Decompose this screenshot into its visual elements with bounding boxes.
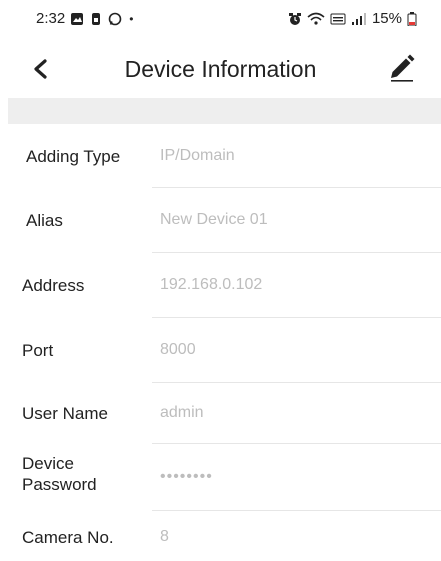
lock-notification-icon <box>92 12 101 25</box>
user-name-value[interactable]: admin <box>160 404 204 422</box>
alias-value[interactable]: New Device 01 <box>160 211 268 229</box>
camera-no-value[interactable]: 8 <box>160 528 169 546</box>
field-row-adding-type[interactable]: Adding Type IP/Domain <box>0 124 441 188</box>
status-bar: 2:32 • 15% <box>0 0 441 38</box>
battery-icon <box>407 11 417 26</box>
status-time: 2:32 <box>36 10 66 27</box>
status-more-dot: • <box>129 11 134 26</box>
whatsapp-notification-icon <box>108 12 122 25</box>
wifi-icon <box>307 12 325 25</box>
photo-notification-icon <box>71 12 84 25</box>
status-left: 2:32 • <box>36 10 133 27</box>
app-header: Device Information <box>0 44 441 96</box>
adding-type-label: Adding Type <box>26 147 121 166</box>
device-password-label-line1: Device <box>22 454 74 473</box>
field-row-user-name[interactable]: User Name admin <box>0 383 441 444</box>
device-password-value[interactable]: •••••••• <box>160 468 213 486</box>
pencil-icon[interactable] <box>385 52 417 84</box>
section-separator <box>8 98 441 124</box>
alarm-icon <box>288 12 301 25</box>
address-label: Address <box>22 276 85 295</box>
status-right: 15% <box>288 10 417 27</box>
page-title: Device Information <box>124 56 317 82</box>
signal-icon <box>351 12 366 25</box>
device-password-label: Device Password <box>22 453 97 495</box>
address-value[interactable]: 192.168.0.102 <box>160 276 262 294</box>
device-password-label-line2: Password <box>22 475 97 494</box>
field-row-alias[interactable]: Alias New Device 01 <box>0 188 441 253</box>
adding-type-value[interactable]: IP/Domain <box>160 147 235 165</box>
field-row-device-password[interactable]: Device Password •••••••• <box>0 444 441 511</box>
port-label: Port <box>22 341 54 360</box>
battery-percent: 15% <box>371 10 402 27</box>
field-row-address[interactable]: Address 192.168.0.102 <box>0 253 441 318</box>
volte-icon <box>330 13 346 24</box>
alias-label: Alias <box>26 211 63 230</box>
field-row-port[interactable]: Port 8000 <box>0 318 441 383</box>
port-value[interactable]: 8000 <box>160 341 196 359</box>
camera-no-label: Camera No. <box>22 528 114 547</box>
field-row-camera-no[interactable]: Camera No. 8 <box>0 511 441 561</box>
user-name-label: User Name <box>22 404 108 423</box>
